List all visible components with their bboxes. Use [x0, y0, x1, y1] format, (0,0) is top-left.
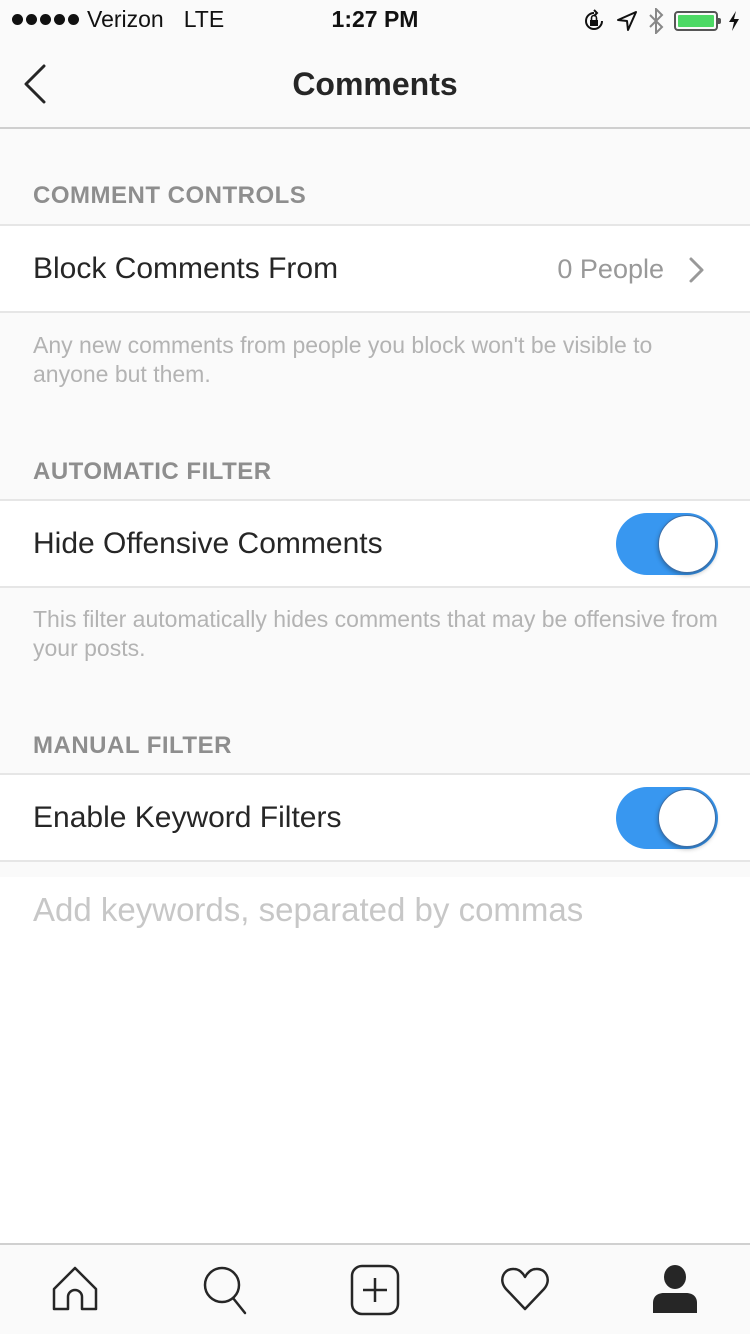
keyword-area [0, 877, 750, 1243]
search-icon [203, 1266, 247, 1315]
orientation-lock-icon [585, 9, 603, 30]
signal-dots-icon [12, 14, 79, 25]
keywords-input[interactable] [33, 885, 723, 935]
location-arrow-icon [617, 11, 637, 31]
profile-icon [653, 1265, 697, 1313]
blocked-people-count: 0 People [557, 254, 664, 284]
toggle-knob [658, 515, 716, 573]
heart-icon [501, 1267, 549, 1311]
status-left: Verizon LTE [12, 6, 224, 33]
block-comments-from-row[interactable]: Block Comments From 0 People [0, 224, 750, 313]
status-bar: Verizon LTE 1:27 PM [0, 0, 750, 40]
toggle-knob [658, 789, 716, 847]
keyword-filters-toggle[interactable] [616, 787, 718, 849]
home-icon [52, 1266, 98, 1311]
carrier-name: Verizon [87, 6, 164, 32]
battery-icon [674, 11, 721, 31]
tab-activity[interactable] [498, 1263, 552, 1317]
page-title: Comments [292, 66, 458, 102]
tab-new-post[interactable] [348, 1263, 402, 1317]
chevron-right-icon [689, 257, 704, 283]
section-header-manual-filter: MANUAL FILTER [33, 732, 232, 759]
hide-offensive-toggle[interactable] [616, 513, 718, 575]
block-comments-label: Block Comments From [33, 252, 339, 285]
enable-keyword-filters-row: Enable Keyword Filters [0, 773, 750, 862]
keyword-filters-label: Enable Keyword Filters [33, 801, 342, 834]
plus-square-icon [350, 1264, 400, 1316]
hide-offensive-comments-row: Hide Offensive Comments [0, 499, 750, 588]
block-comments-description: Any new comments from people you block w… [33, 332, 653, 387]
network-type: LTE [183, 6, 225, 32]
charging-bolt-icon [729, 11, 739, 31]
tab-search[interactable] [198, 1263, 252, 1317]
status-right [582, 8, 740, 34]
section-header-automatic-filter: AUTOMATIC FILTER [33, 458, 272, 485]
chevron-left-icon [24, 64, 46, 104]
tab-profile[interactable] [648, 1263, 702, 1317]
automatic-filter-description: This filter automatically hides comments… [33, 606, 718, 661]
nav-bar: Comments [0, 40, 750, 129]
bluetooth-icon [649, 8, 664, 34]
hide-offensive-label: Hide Offensive Comments [33, 527, 383, 560]
section-header-comment-controls: COMMENT CONTROLS [33, 182, 307, 209]
tab-bar [0, 1243, 750, 1334]
back-button[interactable] [20, 64, 60, 104]
tab-home[interactable] [48, 1263, 102, 1317]
